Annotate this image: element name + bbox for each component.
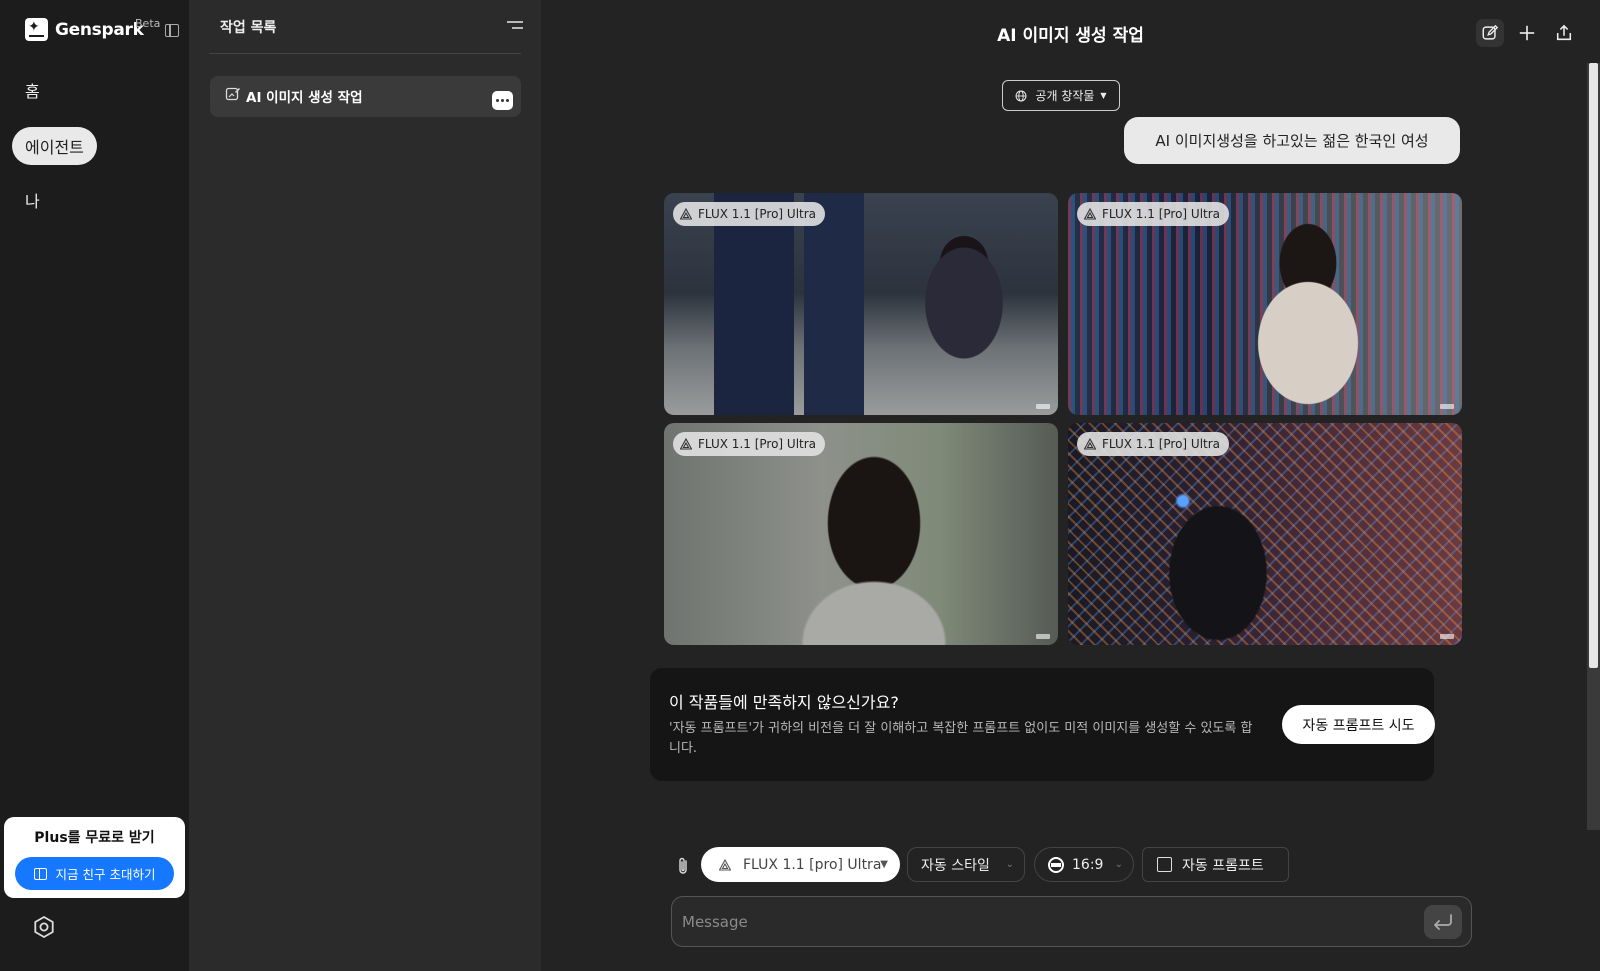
message-composer — [671, 896, 1472, 947]
flux-logo-icon — [680, 438, 692, 450]
user-message-bubble: AI 이미지생성을 하고있는 젊은 한국인 여성 — [1124, 117, 1460, 164]
model-tag-label: FLUX 1.1 [Pro] Ultra — [698, 437, 817, 451]
auto-prompt-description: '자동 프롬프트'가 귀하의 비전을 더 잘 이해하고 복잡한 프롬프트 없이도… — [669, 721, 1253, 756]
model-tag: FLUX 1.1 [Pro] Ultra — [673, 202, 826, 226]
share-icon — [1556, 24, 1572, 41]
auto-prompt-title: 이 작품들에 만족하지 않으신가요? — [669, 693, 899, 712]
enter-icon — [1434, 914, 1452, 930]
flux-logo-icon — [680, 208, 692, 220]
nav-item-label: 에이전트 — [25, 138, 84, 157]
page-title: AI 이미지 생성 작업 — [997, 26, 1144, 46]
chevron-down-icon: ⌄ — [1005, 859, 1014, 870]
checkbox-icon — [1157, 857, 1172, 872]
nav-item-label: 홈 — [25, 82, 40, 101]
app-logo[interactable]: Genspark — [25, 18, 144, 41]
task-list-panel: 작업 목록 AI 이미지 생성 작업 — [189, 0, 541, 971]
main-content: AI 이미지 생성 작업 공개 창작물 ▼ AI 이미지생성을 하고있는 젊은 … — [541, 0, 1600, 971]
beta-badge: Beta — [135, 17, 161, 30]
new-edit-button[interactable] — [1476, 19, 1504, 47]
image-gallery: FLUX 1.1 [Pro] Ultra FLUX 1.1 [Pro] Ultr… — [664, 193, 1462, 645]
style-select-label: 자동 스타일 — [921, 857, 990, 874]
plus-icon — [1519, 25, 1535, 41]
nav-item-home[interactable]: 홈 — [12, 71, 53, 109]
more-options-icon[interactable] — [492, 91, 513, 110]
aspect-ratio-icon — [1048, 856, 1064, 873]
nav-item-agents[interactable]: 에이전트 — [12, 127, 97, 165]
style-select[interactable]: 자동 스타일 ⌄ — [907, 847, 1025, 882]
sidebar-toggle-icon[interactable] — [165, 24, 179, 37]
generated-image[interactable]: FLUX 1.1 [Pro] Ultra — [1068, 193, 1462, 415]
paperclip-icon[interactable] — [674, 856, 692, 876]
task-item-label: AI 이미지 생성 작업 — [246, 90, 363, 106]
aspect-ratio-label: 16:9 — [1072, 856, 1104, 873]
caret-down-icon: ▼ — [1100, 91, 1107, 100]
model-tag: FLUX 1.1 [Pro] Ultra — [1077, 202, 1230, 226]
model-tag-label: FLUX 1.1 [Pro] Ultra — [698, 207, 817, 221]
send-button[interactable] — [1424, 905, 1462, 939]
generated-image[interactable]: FLUX 1.1 [Pro] Ultra — [664, 423, 1058, 645]
nav-item-me[interactable]: 나 — [12, 181, 53, 219]
nav-item-label: 나 — [25, 192, 40, 211]
task-list-title: 작업 목록 — [220, 20, 277, 36]
collapse-panel-icon[interactable] — [507, 20, 523, 32]
divider — [209, 53, 521, 54]
left-nav: Genspark Beta 홈 에이전트 나 Plus를 무료로 받기 지금 친… — [0, 0, 189, 971]
model-tag: FLUX 1.1 [Pro] Ultra — [1077, 432, 1230, 456]
flux-logo-icon — [1084, 208, 1096, 220]
message-input[interactable] — [682, 897, 1402, 946]
model-select[interactable]: FLUX 1.1 [pro] Ultra ▼ — [701, 847, 900, 882]
flux-logo-icon — [1084, 438, 1096, 450]
scrollbar[interactable] — [1587, 63, 1600, 830]
gift-icon — [33, 867, 47, 880]
auto-prompt-checkbox[interactable]: 자동 프롬프트 — [1142, 847, 1289, 882]
model-tag-label: FLUX 1.1 [Pro] Ultra — [1102, 207, 1221, 221]
model-tag-label: FLUX 1.1 [Pro] Ultra — [1102, 437, 1221, 451]
scrollbar-thumb[interactable] — [1589, 63, 1598, 668]
settings-icon[interactable] — [32, 915, 56, 939]
aspect-ratio-select[interactable]: 16:9 ⌄ — [1034, 847, 1134, 882]
auto-prompt-label: 자동 프롬프트 — [1182, 857, 1264, 874]
watermark — [1036, 404, 1050, 409]
image-edit-icon — [225, 87, 240, 101]
new-task-button[interactable] — [1513, 19, 1541, 47]
generation-controls: FLUX 1.1 [pro] Ultra ▼ 자동 스타일 ⌄ 16:9 ⌄ 자… — [541, 847, 1600, 883]
visibility-label: 공개 창작물 — [1035, 89, 1095, 103]
watermark — [1036, 634, 1050, 639]
flux-logo-icon — [719, 858, 731, 871]
app-name: Genspark — [55, 19, 144, 40]
genspark-logo-icon — [25, 18, 48, 41]
visibility-dropdown[interactable]: 공개 창작물 ▼ — [1002, 80, 1120, 111]
watermark — [1440, 634, 1454, 639]
globe-icon — [1015, 90, 1027, 101]
generated-image[interactable]: FLUX 1.1 [Pro] Ultra — [664, 193, 1058, 415]
generated-image[interactable]: FLUX 1.1 [Pro] Ultra — [1068, 423, 1462, 645]
task-item[interactable]: AI 이미지 생성 작업 — [210, 76, 521, 117]
watermark — [1440, 404, 1454, 409]
promo-title: Plus를 무료로 받기 — [34, 830, 155, 846]
share-button[interactable] — [1550, 19, 1578, 47]
invite-button-label: 지금 친구 초대하기 — [55, 867, 156, 882]
try-auto-prompt-button[interactable]: 자동 프롬프트 시도 — [1282, 705, 1435, 744]
model-select-label: FLUX 1.1 [pro] Ultra — [743, 856, 882, 873]
model-tag: FLUX 1.1 [Pro] Ultra — [673, 432, 826, 456]
plus-promo-card: Plus를 무료로 받기 지금 친구 초대하기 — [4, 817, 185, 898]
chevron-down-icon: ⌄ — [1114, 859, 1123, 870]
caret-down-icon: ▼ — [880, 859, 888, 870]
invite-friends-button[interactable]: 지금 친구 초대하기 — [15, 857, 174, 890]
edit-icon — [1482, 24, 1499, 40]
auto-prompt-card: 이 작품들에 만족하지 않으신가요? '자동 프롬프트'가 귀하의 비전을 더 … — [650, 668, 1435, 781]
